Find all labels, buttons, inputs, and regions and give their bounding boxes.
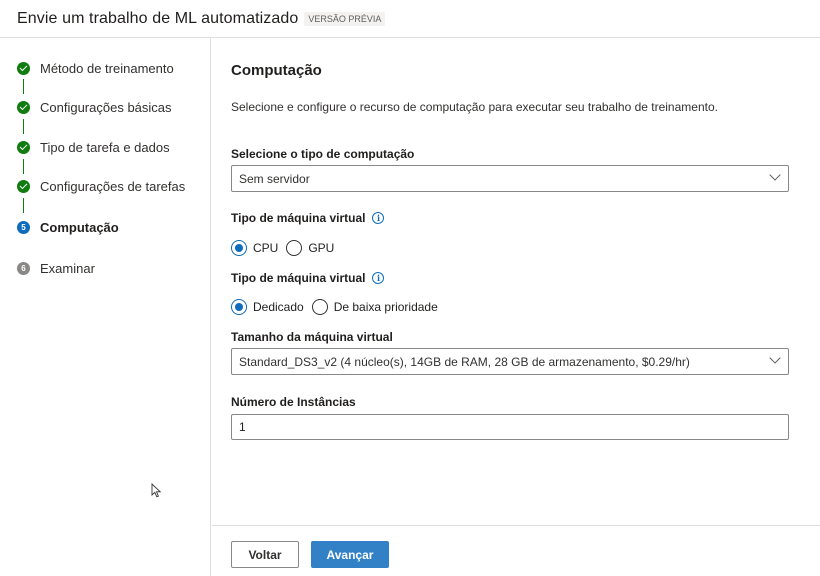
section-description: Selecione e configure o recurso de compu… (231, 100, 718, 114)
step-training-method[interactable]: Método de treinamento (17, 58, 174, 78)
radio-gpu[interactable]: GPU (286, 240, 334, 256)
compute-type-label: Selecione o tipo de computação (231, 147, 414, 161)
radio-selected-icon (231, 299, 247, 315)
step-label: Configurações básicas (40, 99, 172, 115)
chevron-down-icon (769, 352, 781, 364)
step-label: Examinar (40, 260, 95, 276)
vm-type-label-text: Tipo de máquina virtual (231, 211, 366, 225)
check-icon (17, 140, 30, 154)
radio-unselected-icon (286, 240, 303, 256)
vm-priority-label-text: Tipo de máquina virtual (231, 271, 366, 285)
instances-value: 1 (239, 420, 246, 434)
radio-selected-icon (231, 240, 247, 256)
vm-size-label-text: Tamanho da máquina virtual (231, 330, 393, 344)
info-icon[interactable]: i (372, 272, 385, 284)
info-icon[interactable]: i (372, 212, 385, 224)
radio-cpu[interactable]: CPU (231, 240, 278, 256)
vm-priority-radio-group: Dedicado De baixa prioridade (231, 299, 446, 315)
step-label: Tipo de tarefa e dados (40, 139, 170, 155)
next-button[interactable]: Avançar (311, 541, 389, 568)
step-number-badge: 5 (17, 220, 30, 234)
step-compute[interactable]: 5 Computação (17, 217, 119, 237)
step-connector (23, 198, 24, 213)
step-task-settings[interactable]: Configurações de tarefas (17, 176, 185, 196)
radio-label: GPU (308, 241, 335, 255)
instances-label: Número de Instâncias (231, 395, 356, 409)
step-review[interactable]: 6 Examinar (17, 258, 95, 278)
step-connector (23, 79, 24, 94)
radio-label: Dedicado (253, 300, 304, 314)
step-basic-settings[interactable]: Configurações básicas (17, 97, 172, 117)
section-title: Computação (231, 62, 322, 79)
footer-bar: Voltar Avançar (212, 525, 820, 576)
vm-type-label: Tipo de máquina virtual i (231, 211, 385, 225)
instances-input[interactable]: 1 (231, 414, 789, 440)
main-panel: Computação Selecione e configure o recur… (212, 38, 820, 576)
page-header: Envie um trabalho de ML automatizado VER… (0, 0, 820, 38)
step-connector (23, 159, 24, 174)
radio-unselected-icon (311, 299, 328, 315)
radio-label: CPU (253, 241, 279, 255)
check-icon (17, 179, 30, 193)
step-label: Método de treinamento (40, 60, 174, 76)
step-task-type-data[interactable]: Tipo de tarefa e dados (17, 137, 170, 157)
wizard-steps-sidebar: Método de treinamento Configurações bási… (0, 38, 211, 576)
check-icon (17, 100, 30, 114)
chevron-down-icon (769, 169, 781, 181)
back-button[interactable]: Voltar (231, 541, 299, 568)
check-icon (17, 61, 30, 75)
vm-size-label: Tamanho da máquina virtual (231, 330, 393, 344)
compute-type-value: Sem servidor (239, 171, 310, 186)
step-number-badge: 6 (17, 261, 30, 275)
vm-size-value: Standard_DS3_v2 (4 núcleo(s), 14GB de RA… (239, 354, 690, 369)
vm-type-radio-group: CPU GPU (231, 240, 342, 256)
step-label: Computação (40, 219, 119, 235)
vm-priority-label: Tipo de máquina virtual i (231, 271, 385, 285)
vm-size-dropdown[interactable]: Standard_DS3_v2 (4 núcleo(s), 14GB de RA… (231, 348, 789, 375)
step-label: Configurações de tarefas (40, 178, 186, 194)
step-connector (23, 119, 24, 134)
radio-low-priority[interactable]: De baixa prioridade (311, 299, 438, 315)
compute-type-label-text: Selecione o tipo de computação (231, 147, 415, 161)
radio-dedicated[interactable]: Dedicado (231, 299, 304, 315)
instances-label-text: Número de Instâncias (231, 395, 356, 409)
radio-label: De baixa prioridade (333, 300, 438, 314)
page-title: Envie um trabalho de ML automatizado (17, 9, 299, 27)
preview-badge: VERSÃO PRÉVIA (304, 11, 386, 26)
compute-type-dropdown[interactable]: Sem servidor (231, 165, 789, 192)
